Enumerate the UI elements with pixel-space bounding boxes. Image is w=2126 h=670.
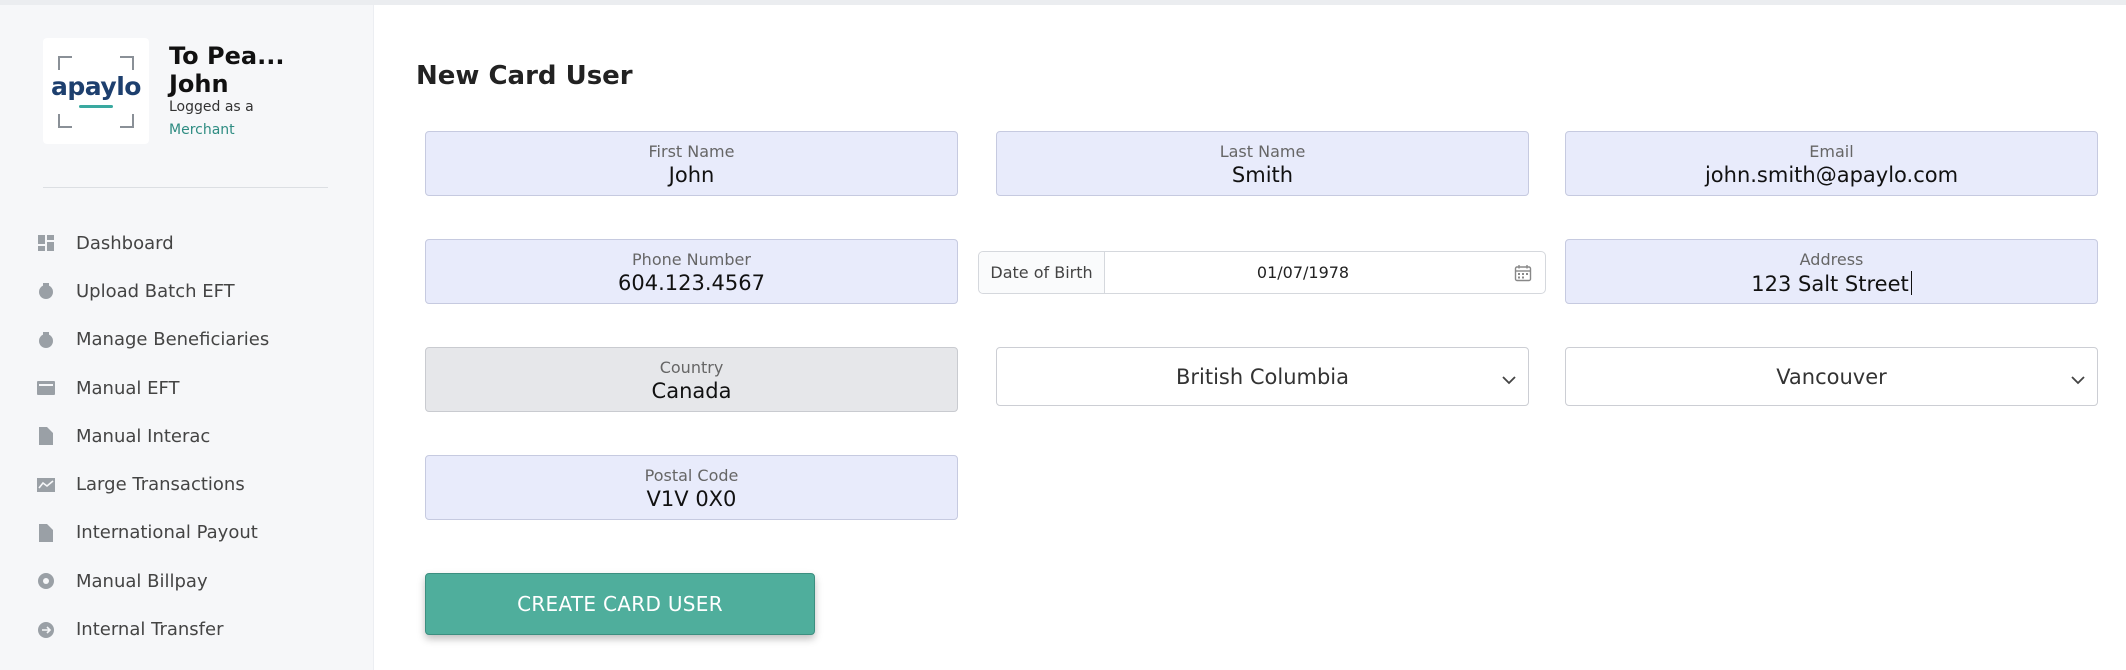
logo-text: apaylo [51, 72, 141, 101]
province-value: British Columbia [1175, 364, 1349, 389]
country-value: Canada [651, 379, 732, 403]
postal-code-label: Postal Code [644, 466, 739, 485]
sidebar: apaylo To Pea... John Logged as a Mercha… [0, 5, 374, 670]
sidebar-item-large-transactions[interactable]: Large Transactions [36, 460, 356, 508]
sidebar-item-manual-interac[interactable]: Manual Interac [36, 412, 356, 460]
postal-code-value: V1V 0X0 [646, 487, 737, 511]
user-role: Merchant [169, 122, 235, 138]
calendar-icon[interactable] [1501, 252, 1545, 293]
date-of-birth-label: Date of Birth [979, 252, 1105, 293]
sidebar-item-label: Dashboard [76, 232, 174, 254]
text-cursor [1910, 271, 1912, 295]
city-value: Vancouver [1776, 364, 1887, 389]
sidebar-item-label: Manage Beneficiaries [76, 329, 270, 351]
sidebar-item-internal-transfer[interactable]: Internal Transfer [36, 605, 356, 653]
sidebar-item-label: Large Transactions [76, 474, 245, 496]
document-icon [36, 523, 56, 543]
transfer-icon [36, 620, 56, 640]
page-title: New Card User [416, 61, 633, 91]
phone-number-label: Phone Number [632, 250, 751, 269]
sidebar-item-label: Manual Interac [76, 425, 211, 447]
upload-icon [36, 281, 56, 301]
users-icon [36, 330, 56, 350]
country-field: Country Canada [425, 347, 958, 412]
card-icon [36, 378, 56, 398]
logged-in-label: Logged as a [169, 99, 254, 115]
email-value: john.smith@apaylo.com [1704, 163, 1959, 187]
sidebar-item-label: International Payout [76, 522, 258, 544]
email-field[interactable]: Email john.smith@apaylo.com [1565, 131, 2098, 196]
sidebar-item-upload-batch-eft[interactable]: Upload Batch EFT [36, 267, 356, 315]
last-name-label: Last Name [1219, 142, 1306, 161]
phone-number-field[interactable]: Phone Number 604.123.4567 [425, 239, 958, 304]
sidebar-item-manual-billpay[interactable]: Manual Billpay [36, 557, 356, 605]
postal-code-field[interactable]: Postal Code V1V 0X0 [425, 455, 958, 520]
first-name-value: John [668, 163, 715, 187]
dashboard-icon [36, 233, 56, 253]
last-name-field[interactable]: Last Name Smith [996, 131, 1529, 196]
merchant-name: To Pea... John [169, 42, 285, 98]
document-icon [36, 426, 56, 446]
chevron-down-icon [2071, 370, 2085, 389]
sidebar-item-manage-beneficiaries[interactable]: Manage Beneficiaries [36, 316, 356, 364]
email-label: Email [1809, 142, 1854, 161]
main-content: New Card User First Name John Last Name … [375, 5, 2126, 670]
phone-number-value: 604.123.4567 [618, 271, 765, 295]
province-select[interactable]: British Columbia [996, 347, 1529, 406]
sidebar-item-international-payout[interactable]: International Payout [36, 509, 356, 557]
date-of-birth-value: 01/07/1978 [1256, 263, 1350, 282]
country-label: Country [659, 358, 724, 377]
city-select[interactable]: Vancouver [1565, 347, 2098, 406]
first-name-field[interactable]: First Name John [425, 131, 958, 196]
sidebar-item-label: Manual Billpay [76, 570, 208, 592]
chart-icon [36, 475, 56, 495]
sidebar-item-dashboard[interactable]: Dashboard [36, 219, 356, 267]
create-card-user-button[interactable]: CREATE CARD USER [425, 573, 815, 635]
bill-icon [36, 571, 56, 591]
sidebar-nav: Dashboard Upload Batch EFT Manage Benefi… [36, 219, 356, 670]
first-name-label: First Name [648, 142, 735, 161]
sidebar-item-label: Manual EFT [76, 377, 180, 399]
sidebar-divider [43, 187, 328, 188]
chevron-down-icon [1502, 370, 1516, 389]
last-name-value: Smith [1231, 163, 1294, 187]
merchant-logo: apaylo [43, 38, 149, 144]
sidebar-item-manual-eft[interactable]: Manual EFT [36, 364, 356, 412]
sidebar-item-label: Upload Batch EFT [76, 280, 235, 302]
date-of-birth-field[interactable]: Date of Birth 01/07/1978 [978, 251, 1546, 294]
sidebar-item-more[interactable] [36, 654, 356, 670]
address-field[interactable]: Address 123 Salt Street [1565, 239, 2098, 304]
sidebar-item-label: Internal Transfer [76, 619, 224, 641]
address-value: 123 Salt Street [1566, 271, 2097, 296]
address-label: Address [1799, 250, 1864, 269]
